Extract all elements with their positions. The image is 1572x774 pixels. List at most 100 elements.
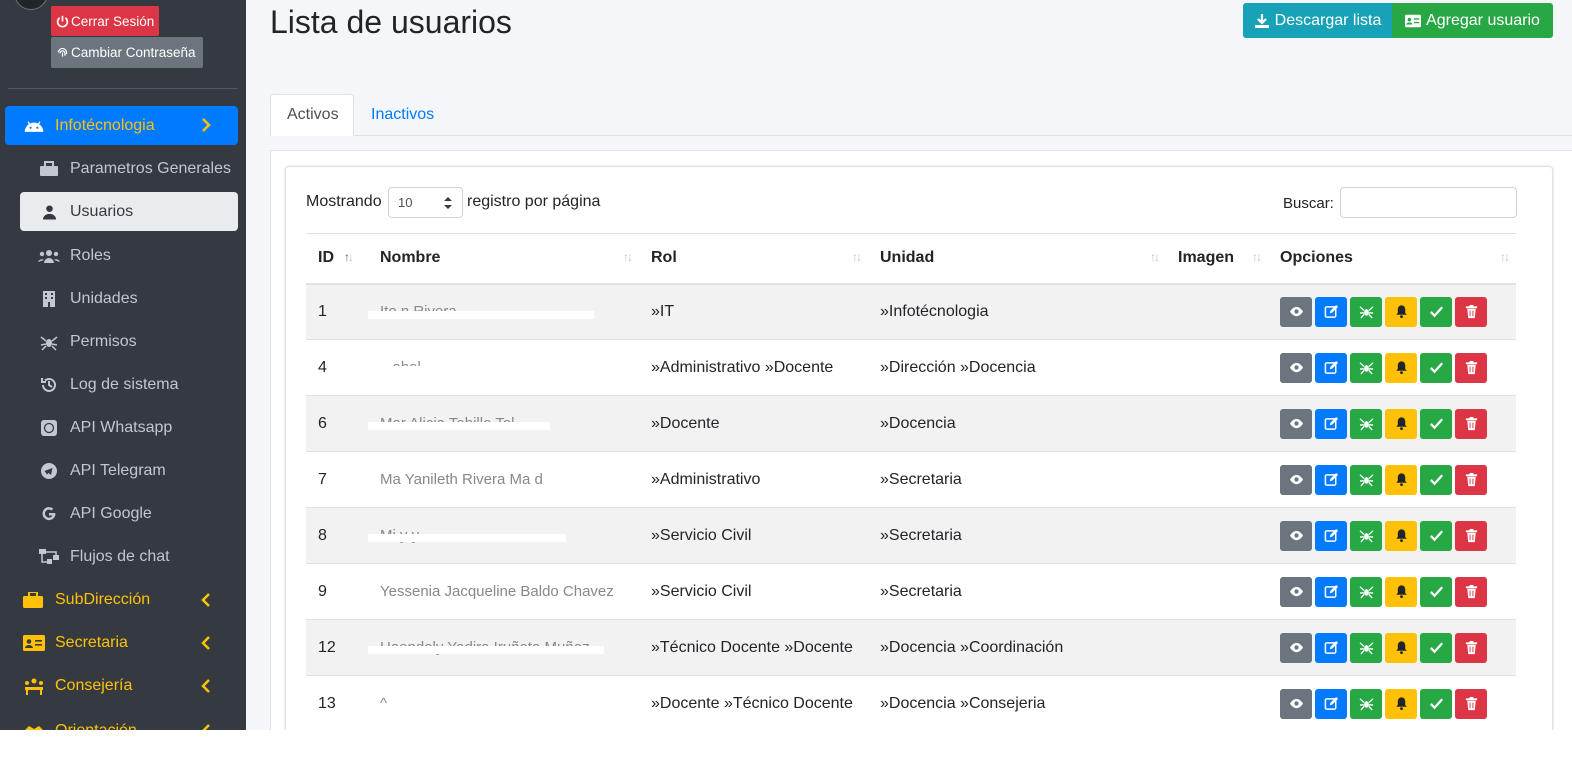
- edit-button[interactable]: [1315, 296, 1347, 327]
- column-header-opciones[interactable]: Opciones ↑↓: [1268, 233, 1516, 285]
- notify-button[interactable]: [1385, 408, 1417, 439]
- change-password-label: Cambiar Contraseña: [71, 45, 196, 60]
- delete-button[interactable]: [1455, 352, 1487, 383]
- cell-imagen: [1166, 339, 1268, 396]
- delete-button[interactable]: [1455, 296, 1487, 327]
- add-user-button[interactable]: Agregar usuario: [1392, 3, 1553, 38]
- delete-button[interactable]: [1455, 688, 1487, 719]
- sidebar-section-secretaria[interactable]: Secretaria: [5, 623, 238, 662]
- permissions-button[interactable]: [1350, 408, 1382, 439]
- notify-button[interactable]: [1385, 688, 1417, 719]
- tab-inactivos[interactable]: Inactivos: [355, 94, 450, 136]
- sidebar-item-usuarios[interactable]: Usuarios: [20, 192, 238, 231]
- logout-button[interactable]: Cerrar Sesión: [51, 6, 159, 36]
- view-button[interactable]: [1280, 408, 1312, 439]
- sidebar-item-roles[interactable]: Roles: [20, 236, 238, 275]
- edit-button[interactable]: [1315, 576, 1347, 607]
- sort-icon: ↑↓: [623, 250, 633, 264]
- sidebar-section-consejeria[interactable]: Consejería: [5, 666, 238, 705]
- view-button[interactable]: [1280, 632, 1312, 663]
- notify-button[interactable]: [1385, 520, 1417, 551]
- delete-button[interactable]: [1455, 576, 1487, 607]
- edit-button[interactable]: [1315, 688, 1347, 719]
- sidebar-item-log[interactable]: Log de sistema: [20, 365, 238, 404]
- permissions-button[interactable]: [1350, 576, 1382, 607]
- column-header-imagen[interactable]: Imagen ↑↓: [1166, 233, 1268, 285]
- download-list-button[interactable]: Descargar lista: [1243, 3, 1392, 38]
- permissions-button[interactable]: [1350, 688, 1382, 719]
- check-icon: [1429, 586, 1443, 598]
- permissions-button[interactable]: [1350, 296, 1382, 327]
- per-page-label: registro por página: [467, 193, 601, 210]
- sidebar-item-label: Permisos: [70, 332, 137, 350]
- check-icon: [1429, 642, 1443, 654]
- trash-icon: [1465, 360, 1477, 375]
- edit-button[interactable]: [1315, 520, 1347, 551]
- avatar[interactable]: [14, 0, 48, 10]
- cell-unidad: »Infotécnologia: [868, 283, 1166, 340]
- delete-button[interactable]: [1455, 520, 1487, 551]
- view-button[interactable]: [1280, 688, 1312, 719]
- column-header-unidad[interactable]: Unidad ↑↓: [868, 233, 1166, 285]
- column-header-rol[interactable]: Rol ↑↓: [639, 233, 868, 285]
- column-header-id[interactable]: ID ↑↓: [306, 233, 368, 285]
- search-input[interactable]: [1340, 187, 1517, 218]
- view-button[interactable]: [1280, 296, 1312, 327]
- view-button[interactable]: [1280, 464, 1312, 495]
- permissions-button[interactable]: [1350, 352, 1382, 383]
- meeting-icon: [23, 676, 49, 696]
- edit-button[interactable]: [1315, 464, 1347, 495]
- chevron-left-icon: [201, 593, 210, 607]
- sidebar-item-unidades[interactable]: Unidades: [20, 279, 238, 318]
- activate-button[interactable]: [1420, 408, 1452, 439]
- cell-nombre: Yessenia Jacqueline Baldo Chavez: [368, 563, 639, 620]
- activate-button[interactable]: [1420, 464, 1452, 495]
- sidebar-section-infotecnologia[interactable]: Infotécnologia: [5, 106, 238, 145]
- sidebar-item-telegram[interactable]: API Telegram: [20, 451, 238, 490]
- activate-button[interactable]: [1420, 352, 1452, 383]
- notify-button[interactable]: [1385, 352, 1417, 383]
- activate-button[interactable]: [1420, 296, 1452, 327]
- notify-button[interactable]: [1385, 576, 1417, 607]
- sidebar-item-google[interactable]: API Google: [20, 494, 238, 533]
- permissions-button[interactable]: [1350, 632, 1382, 663]
- edit-button[interactable]: [1315, 632, 1347, 663]
- sidebar-section-subdireccion[interactable]: SubDirección: [5, 580, 238, 619]
- notify-button[interactable]: [1385, 632, 1417, 663]
- edit-button[interactable]: [1315, 352, 1347, 383]
- cell-rol: »Docente: [639, 395, 868, 452]
- check-icon: [1429, 306, 1443, 318]
- notify-button[interactable]: [1385, 296, 1417, 327]
- page-size-select[interactable]: 10: [388, 187, 463, 218]
- permissions-button[interactable]: [1350, 464, 1382, 495]
- activate-button[interactable]: [1420, 576, 1452, 607]
- sidebar-item-permisos[interactable]: Permisos: [20, 322, 238, 361]
- permissions-button[interactable]: [1350, 520, 1382, 551]
- users-card: Mostrando 10 registro por página Buscar:…: [285, 166, 1553, 730]
- view-button[interactable]: [1280, 352, 1312, 383]
- sidebar-item-whatsapp[interactable]: API Whatsapp: [20, 408, 238, 447]
- sort-icon: ↑↓: [852, 250, 862, 264]
- activate-button[interactable]: [1420, 520, 1452, 551]
- activate-button[interactable]: [1420, 632, 1452, 663]
- activate-button[interactable]: [1420, 688, 1452, 719]
- tab-activos[interactable]: Activos: [270, 94, 354, 136]
- view-button[interactable]: [1280, 520, 1312, 551]
- view-button[interactable]: [1280, 576, 1312, 607]
- sidebar-item-flujos[interactable]: Flujos de chat: [20, 537, 238, 576]
- sidebar-section-label: Secretaria: [55, 633, 128, 651]
- eye-icon: [1289, 418, 1303, 429]
- notify-button[interactable]: [1385, 464, 1417, 495]
- delete-button[interactable]: [1455, 408, 1487, 439]
- delete-button[interactable]: [1455, 632, 1487, 663]
- change-password-button[interactable]: Cambiar Contraseña: [51, 37, 203, 68]
- sidebar-section-orientacion[interactable]: Orientación: [5, 711, 238, 730]
- column-header-nombre[interactable]: Nombre ↑↓: [368, 233, 639, 285]
- sidebar-item-parametros[interactable]: Parametros Generales: [20, 149, 238, 188]
- cell-rol: »Técnico Docente »Docente: [639, 619, 868, 676]
- edit-button[interactable]: [1315, 408, 1347, 439]
- delete-button[interactable]: [1455, 464, 1487, 495]
- spider-icon: [1359, 362, 1373, 375]
- cell-unidad: »Docencia »Coordinación: [868, 619, 1166, 676]
- tabs: Activos Inactivos: [270, 94, 1572, 136]
